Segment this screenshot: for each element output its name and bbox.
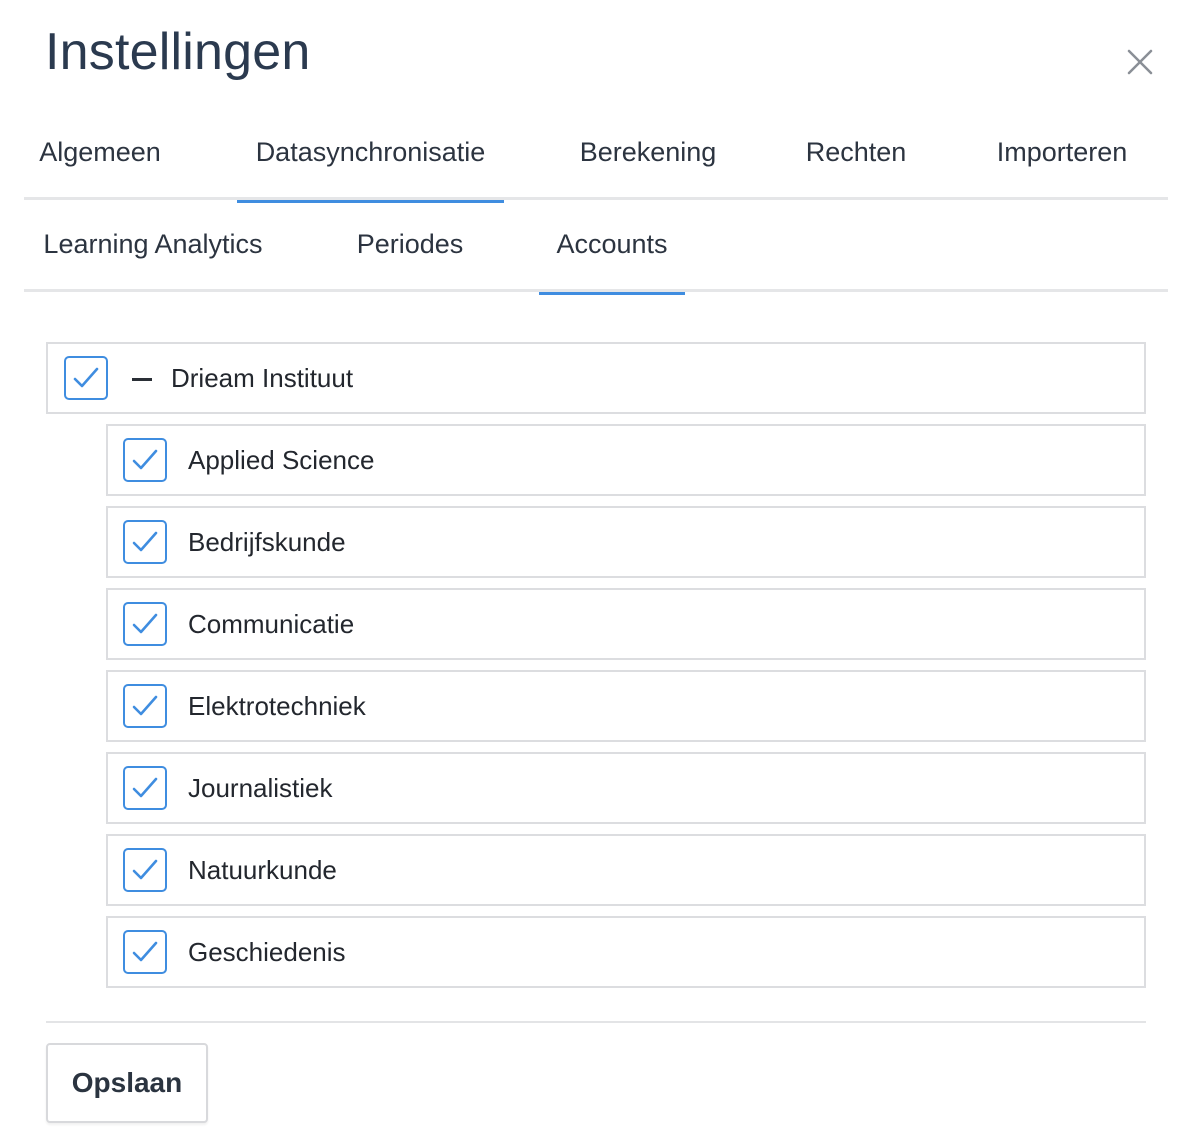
footer-divider bbox=[46, 1021, 1146, 1023]
item-label: Geschiedenis bbox=[188, 937, 346, 967]
list-item: Journalistiek bbox=[106, 752, 1146, 824]
tab-bar-secondary: Learning Analytics Periodes Accounts bbox=[24, 206, 1168, 295]
root-checkbox[interactable] bbox=[64, 356, 108, 400]
close-icon[interactable] bbox=[1124, 46, 1156, 78]
list-item: Natuurkunde bbox=[106, 834, 1146, 906]
item-checkbox[interactable] bbox=[123, 930, 167, 974]
item-label: Elektrotechniek bbox=[188, 691, 366, 721]
tab-rechten[interactable]: Rechten bbox=[795, 114, 917, 200]
tab-periodes[interactable]: Periodes bbox=[347, 206, 473, 292]
list-item: Elektrotechniek bbox=[106, 670, 1146, 742]
root-label: Drieam Instituut bbox=[171, 363, 354, 393]
item-label: Communicatie bbox=[188, 609, 355, 639]
collapse-icon[interactable] bbox=[132, 368, 152, 390]
checkmark-icon bbox=[132, 613, 158, 634]
tab-algemeen[interactable]: Algemeen bbox=[24, 114, 176, 200]
list-item: Communicatie bbox=[106, 588, 1146, 660]
tab-datasynchronisatie[interactable]: Datasynchronisatie bbox=[237, 114, 504, 203]
tab-berekening[interactable]: Berekening bbox=[568, 114, 728, 200]
tab-accounts[interactable]: Accounts bbox=[539, 206, 685, 295]
dialog-title: Instellingen bbox=[45, 23, 311, 81]
checkmark-icon bbox=[132, 531, 158, 552]
item-checkbox[interactable] bbox=[123, 766, 167, 810]
list-item: Applied Science bbox=[106, 424, 1146, 496]
checkmark-icon bbox=[132, 859, 158, 880]
list-item: Bedrijfskunde bbox=[106, 506, 1146, 578]
tab-bar-primary: Algemeen Datasynchronisatie Berekening R… bbox=[24, 114, 1168, 203]
item-label: Journalistiek bbox=[188, 773, 333, 803]
item-checkbox[interactable] bbox=[123, 520, 167, 564]
item-checkbox[interactable] bbox=[123, 684, 167, 728]
item-label: Bedrijfskunde bbox=[188, 527, 346, 557]
tab-importeren[interactable]: Importeren bbox=[987, 114, 1137, 200]
tab-learning-analytics[interactable]: Learning Analytics bbox=[24, 206, 282, 292]
checkmark-icon bbox=[132, 449, 158, 470]
item-label: Applied Science bbox=[188, 445, 375, 475]
checkmark-icon bbox=[132, 941, 158, 962]
item-label: Natuurkunde bbox=[188, 855, 337, 885]
tree-root-node: Drieam Instituut bbox=[46, 342, 1146, 414]
item-checkbox[interactable] bbox=[123, 602, 167, 646]
checkmark-icon bbox=[73, 367, 99, 388]
checkmark-icon bbox=[132, 777, 158, 798]
checkmark-icon bbox=[132, 695, 158, 716]
list-item: Geschiedenis bbox=[106, 916, 1146, 988]
save-button[interactable]: Opslaan bbox=[46, 1043, 208, 1123]
item-checkbox[interactable] bbox=[123, 438, 167, 482]
item-checkbox[interactable] bbox=[123, 848, 167, 892]
